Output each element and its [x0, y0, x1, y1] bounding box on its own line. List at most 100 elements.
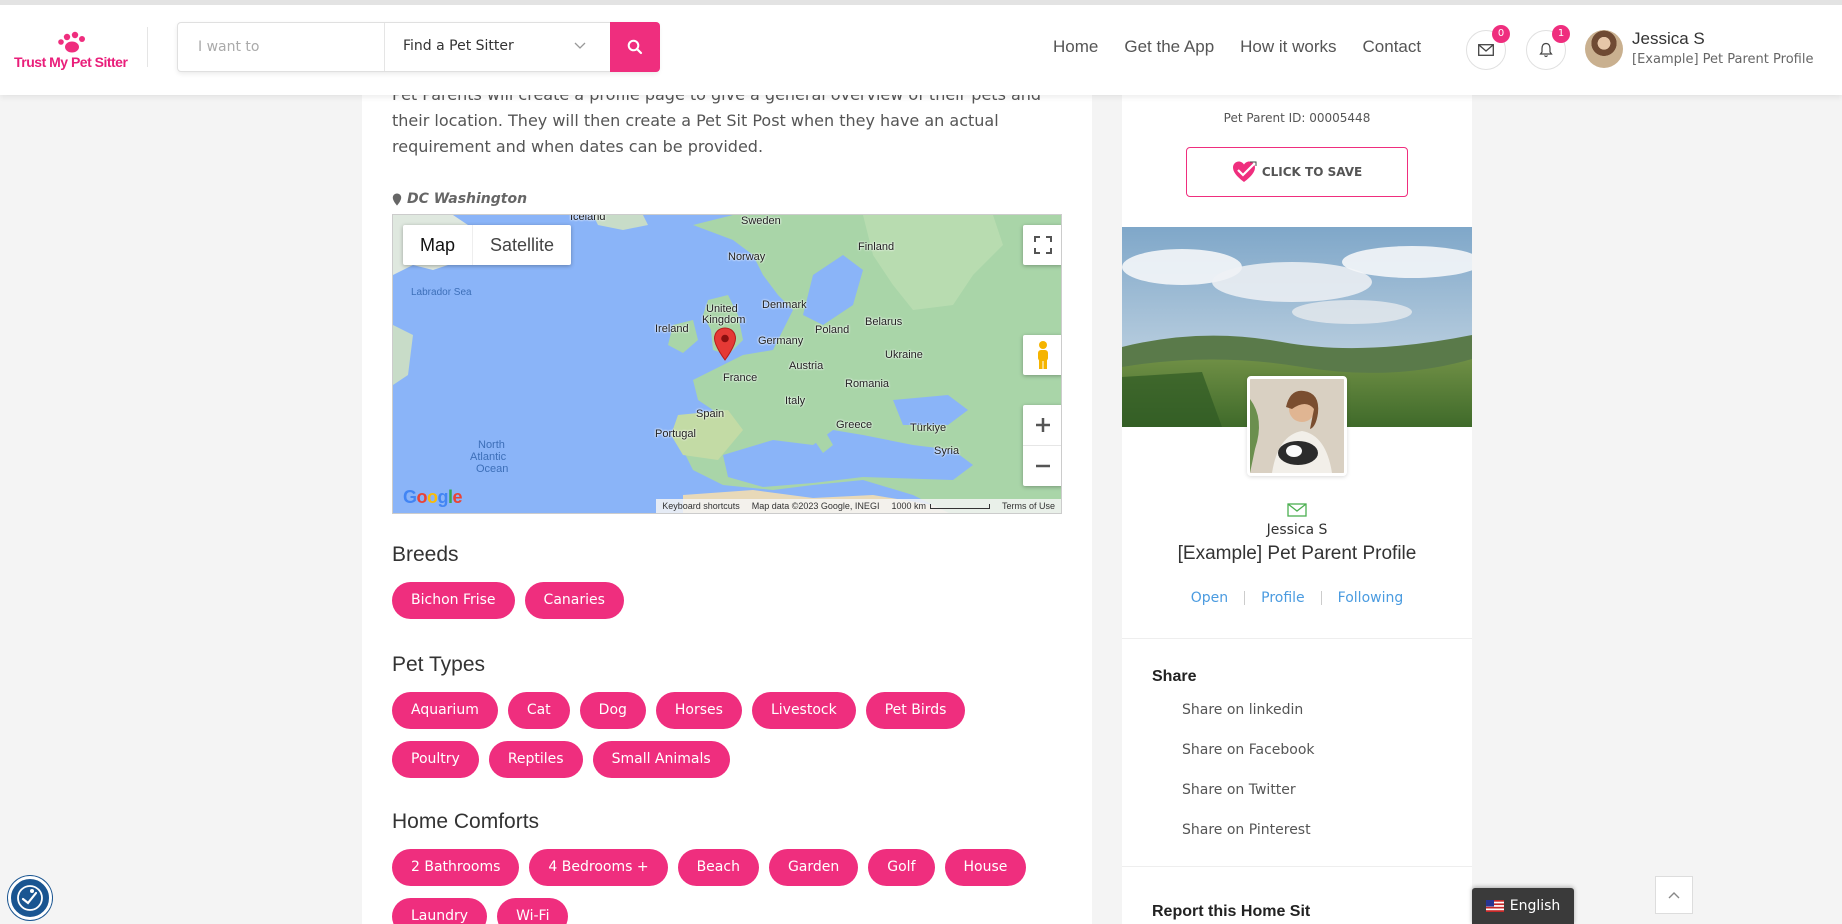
search-button[interactable]: [610, 22, 660, 72]
pegman-icon: [1038, 341, 1048, 369]
service-select-value: Find a Pet Sitter: [403, 38, 514, 54]
accessibility-button[interactable]: [8, 876, 52, 920]
nav-get-the-app[interactable]: Get the App: [1124, 37, 1214, 57]
chevron-down-icon: [574, 42, 586, 49]
main-content: Pet Parents will create a profile page t…: [362, 85, 1092, 924]
language-selector[interactable]: English: [1472, 888, 1574, 924]
home-comfort-chip[interactable]: Beach: [677, 849, 759, 886]
map-marker-icon: [392, 193, 402, 205]
pet-type-chip[interactable]: Dog: [579, 692, 646, 729]
pet-type-chip[interactable]: Poultry: [392, 741, 479, 778]
map-label-ireland: Ireland: [655, 323, 689, 335]
map-label-syria: Syria: [934, 445, 960, 457]
map-scale: 1000 km: [891, 501, 990, 511]
profile-title: [Example] Pet Parent Profile: [1177, 543, 1417, 564]
heart-check-icon: [1232, 161, 1257, 182]
map-type-map[interactable]: Map: [403, 225, 474, 265]
message-icon[interactable]: [1287, 503, 1307, 517]
profile-photo[interactable]: [1247, 376, 1347, 476]
sidebar-divider: [1122, 866, 1472, 867]
google-logo: Google: [403, 487, 463, 507]
share-linkedin[interactable]: Share on linkedin: [1182, 702, 1315, 742]
profile-name: Jessica S: [1266, 522, 1328, 538]
avatar[interactable]: [1585, 30, 1623, 68]
pet-type-chip[interactable]: Horses: [655, 692, 742, 729]
main-nav: Home Get the App How it works Contact: [1053, 37, 1447, 57]
map-type-control: Map Satellite: [403, 225, 572, 265]
map-label-poland: Poland: [815, 324, 850, 336]
logo-text: Trust My Pet Sitter: [14, 54, 128, 70]
keyboard-shortcuts-link[interactable]: Keyboard shortcuts: [662, 501, 740, 511]
home-comforts-list: 2 Bathrooms 4 Bedrooms + Beach Garden Go…: [392, 849, 1042, 924]
map-label-greece: Greece: [836, 419, 873, 431]
save-button-label: CLICK TO SAVE: [1261, 165, 1363, 179]
messages-badge: 0: [1492, 25, 1510, 43]
site-header: Trust My Pet Sitter Find a Pet Sitter Ho…: [0, 0, 1842, 95]
terms-of-use-link[interactable]: Terms of Use: [1002, 501, 1055, 511]
map-type-satellite[interactable]: Satellite: [473, 225, 571, 265]
map-label-ukraine: Ukraine: [885, 349, 923, 361]
fullscreen-button[interactable]: [1023, 225, 1061, 265]
zoom-control: [1023, 405, 1061, 486]
pet-parent-id: Pet Parent ID: 00005448: [1223, 111, 1371, 125]
link-following[interactable]: Following: [1322, 591, 1420, 605]
breed-chip[interactable]: Canaries: [524, 582, 624, 619]
pet-type-chip[interactable]: Aquarium: [392, 692, 498, 729]
location-map[interactable]: Iceland Sweden Finland Norway Labrador S…: [392, 214, 1062, 514]
profile-sidebar: Pet Parent ID: 00005448 CLICK TO SAVE Je…: [1122, 95, 1472, 924]
chevron-up-icon: [1668, 892, 1680, 899]
map-label-ocean: Ocean: [476, 463, 509, 475]
home-comfort-chip[interactable]: House: [944, 849, 1027, 886]
save-button[interactable]: CLICK TO SAVE: [1186, 147, 1408, 197]
map-label-portugal: Portugal: [655, 428, 696, 440]
user-name[interactable]: Jessica S: [1632, 29, 1705, 49]
share-pinterest[interactable]: Share on Pinterest: [1182, 822, 1315, 862]
profile-links: Open Profile Following: [1122, 591, 1472, 605]
nav-home[interactable]: Home: [1053, 37, 1098, 57]
messages-button[interactable]: 0: [1466, 25, 1510, 70]
home-comfort-chip[interactable]: Wi-Fi: [497, 898, 569, 924]
street-view-button[interactable]: [1023, 335, 1061, 375]
map-label-germany: Germany: [758, 335, 804, 347]
notifications-badge: 1: [1552, 25, 1570, 43]
home-comfort-chip[interactable]: Garden: [768, 849, 859, 886]
breed-chip[interactable]: Bichon Frise: [392, 582, 515, 619]
nav-contact[interactable]: Contact: [1363, 37, 1422, 57]
zoom-in-button[interactable]: [1023, 406, 1061, 446]
map-label-spain: Spain: [696, 408, 725, 420]
map-footer: Keyboard shortcuts Map data ©2023 Google…: [656, 499, 1061, 513]
map-label-atlantic: Atlantic: [470, 451, 507, 463]
header-divider: [147, 27, 148, 67]
share-twitter[interactable]: Share on Twitter: [1182, 782, 1315, 822]
home-comfort-chip[interactable]: Laundry: [392, 898, 488, 924]
location-text: DC Washington: [407, 191, 528, 207]
notifications-button[interactable]: 1: [1526, 25, 1570, 70]
pet-type-chip[interactable]: Livestock: [751, 692, 856, 729]
pet-type-chip[interactable]: Reptiles: [488, 741, 583, 778]
home-comforts-title: Home Comforts: [392, 810, 540, 833]
logo[interactable]: Trust My Pet Sitter: [14, 31, 134, 71]
service-select[interactable]: Find a Pet Sitter: [384, 23, 610, 71]
map-data-attribution: Map data ©2023 Google, INEGI: [751, 501, 880, 511]
home-comfort-chip[interactable]: Golf: [868, 849, 935, 886]
home-comfort-chip[interactable]: 4 Bedrooms +: [529, 849, 668, 886]
pet-type-chip[interactable]: Cat: [507, 692, 570, 729]
paw-icon: [58, 31, 85, 53]
nav-how-it-works[interactable]: How it works: [1240, 37, 1336, 57]
share-facebook[interactable]: Share on Facebook: [1182, 742, 1315, 782]
zoom-out-button[interactable]: [1023, 446, 1061, 486]
home-comfort-chip[interactable]: 2 Bathrooms: [392, 849, 520, 886]
map-pin-icon[interactable]: [713, 327, 737, 361]
share-list: Share on linkedin Share on Facebook Shar…: [1182, 702, 1315, 862]
scroll-to-top-button[interactable]: [1655, 876, 1693, 914]
link-open[interactable]: Open: [1175, 591, 1246, 605]
fullscreen-icon: [1034, 236, 1052, 254]
pet-type-chip[interactable]: Small Animals: [592, 741, 730, 778]
pet-type-chip[interactable]: Pet Birds: [865, 692, 966, 729]
language-label: English: [1509, 898, 1561, 914]
link-profile[interactable]: Profile: [1245, 591, 1322, 605]
map-label-sweden: Sweden: [741, 215, 781, 227]
map-label-turkiye: Türkiye: [910, 422, 947, 434]
search-input[interactable]: [178, 23, 385, 71]
map-label-norway: Norway: [728, 251, 766, 263]
